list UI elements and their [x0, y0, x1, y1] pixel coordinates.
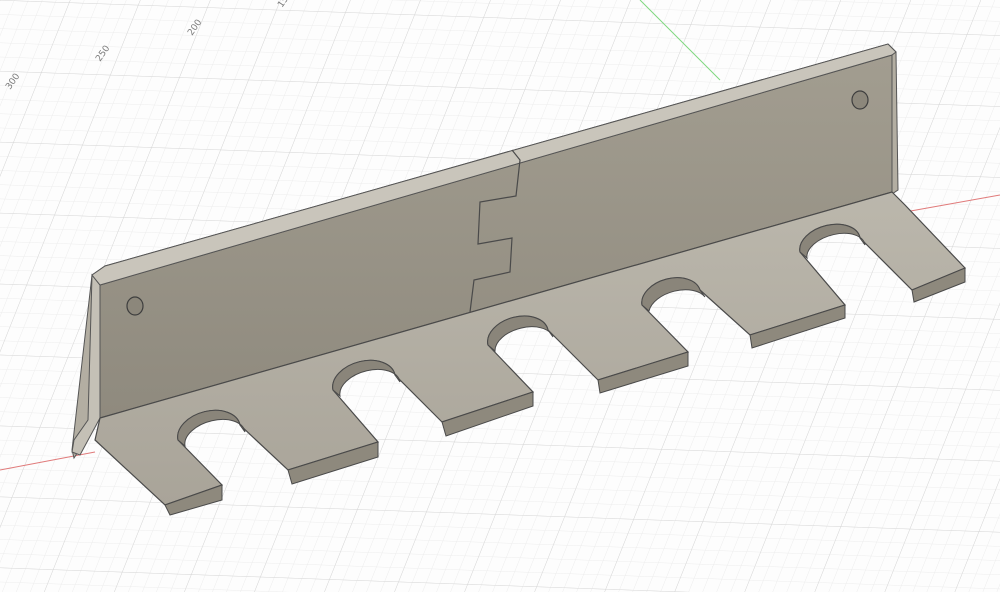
mount-hole-right	[851, 90, 869, 110]
viewport-canvas: 150 200 250 300	[0, 0, 1000, 592]
mount-hole-left	[126, 296, 144, 316]
3d-viewport[interactable]: 150 200 250 300	[0, 0, 1000, 592]
